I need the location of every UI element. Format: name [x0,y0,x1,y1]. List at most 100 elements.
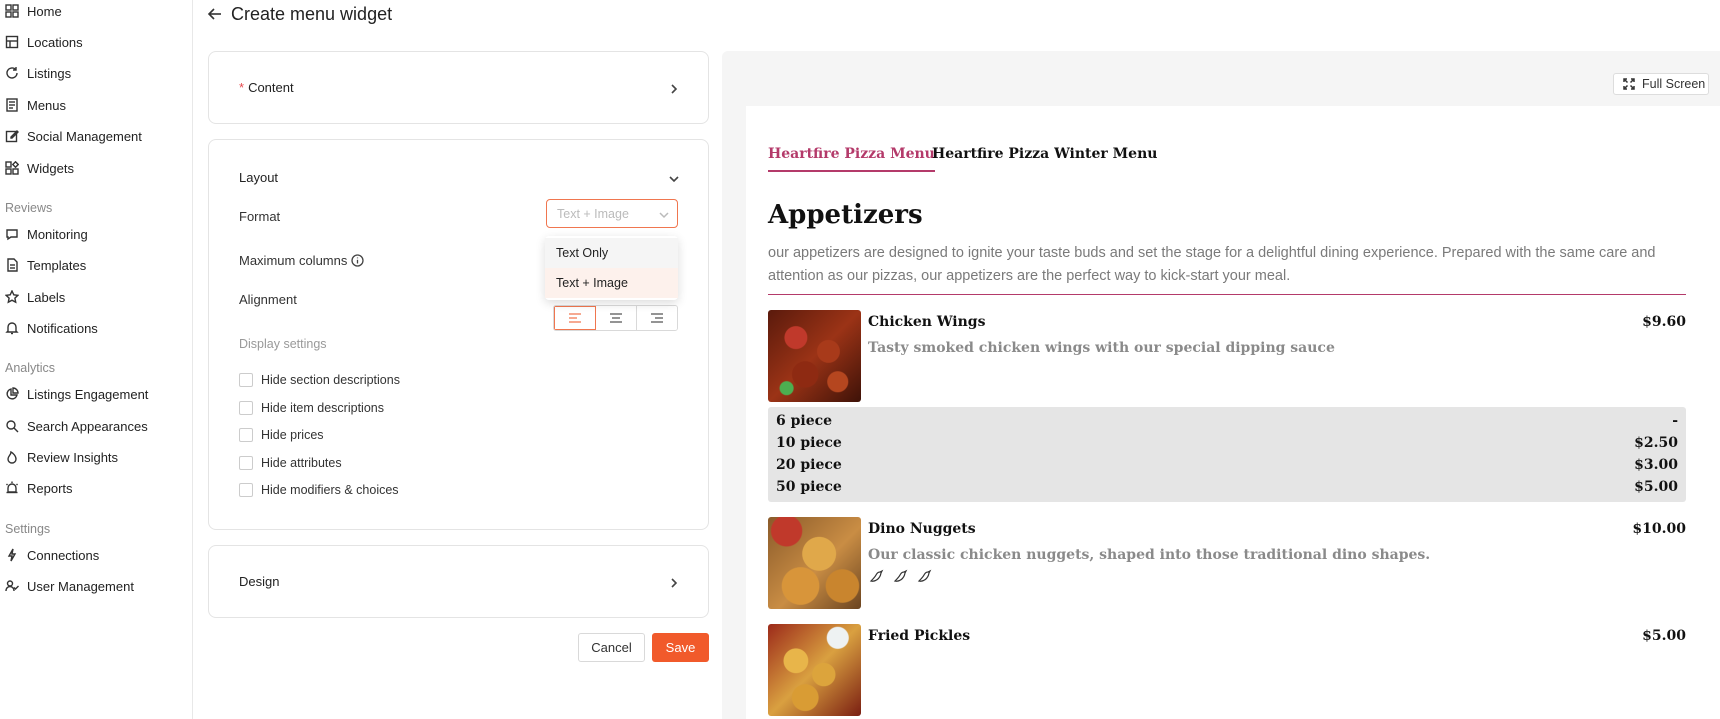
checkbox[interactable] [239,428,253,442]
content-card[interactable]: * Content [208,51,709,124]
sidebar-item-home[interactable]: Home [5,0,62,22]
sidebar-item-label: Labels [27,289,66,305]
sidebar-item-user-management[interactable]: User Management [5,575,134,597]
sidebar-item-reports[interactable]: Reports [5,477,73,499]
checkbox-hide-item-descriptions[interactable]: Hide item descriptions [239,400,384,416]
required-asterisk: * [239,80,245,95]
chevron-right-icon[interactable] [668,82,680,94]
align-center-button[interactable] [596,306,637,330]
sidebar-item-listings[interactable]: Listings [5,62,71,84]
checkbox[interactable] [239,373,253,387]
pepper-icon [868,568,884,584]
checkbox[interactable] [239,456,253,470]
modifier-row: 50 piece $5.00 [776,477,1678,497]
checkbox[interactable] [239,483,253,497]
sidebar-item-label: Reports [27,480,73,496]
save-button[interactable]: Save [652,633,709,662]
sidebar-item-monitoring[interactable]: Monitoring [5,223,88,245]
pie-chart-icon [5,387,19,401]
sidebar-item-connections[interactable]: Connections [5,544,99,566]
plug-icon [5,548,19,562]
align-right-button[interactable] [637,306,677,330]
section-title: Appetizers [768,200,923,230]
checkbox-label: Hide modifiers & choices [261,483,399,497]
checkbox-hide-attributes[interactable]: Hide attributes [239,455,342,471]
widgets-icon [5,161,19,175]
sidebar-item-menus[interactable]: Menus [5,94,66,116]
design-card[interactable]: Design [208,545,709,618]
expand-icon [1623,78,1635,90]
checkbox-hide-modifiers-choices[interactable]: Hide modifiers & choices [239,482,399,498]
full-screen-label: Full Screen [1642,77,1706,91]
format-option-text-only[interactable]: Text Only [545,238,678,268]
checkbox-hide-prices[interactable]: Hide prices [239,427,324,443]
sidebar-item-notifications[interactable]: Notifications [5,317,98,339]
chevron-right-icon[interactable] [668,576,680,588]
modifier-row: 10 piece $2.50 [776,433,1678,453]
item-price-chicken-wings: $9.60 [1642,314,1686,330]
maximum-columns-label: Maximum columns [239,253,365,268]
modifier-name: 20 piece [776,457,842,473]
sidebar-heading-analytics: Analytics [5,361,56,375]
item-price-dino-nuggets: $10.00 [1632,521,1686,537]
layout-card-title: Layout [239,170,279,185]
flame-icon [5,450,19,464]
sidebar-item-search-appearances[interactable]: Search Appearances [5,415,148,437]
sidebar-item-label: Menus [27,97,67,113]
format-option-text-image[interactable]: Text + Image [545,268,678,298]
full-screen-button[interactable]: Full Screen [1613,73,1709,95]
design-card-title: Design [239,574,280,589]
align-left-button[interactable] [554,306,596,330]
checkbox-label: Hide prices [261,428,324,442]
dino-nuggets-image [768,517,861,609]
sidebar-item-listings-engagement[interactable]: Listings Engagement [5,383,148,405]
sidebar-item-label: Monitoring [27,226,88,242]
alarm-icon [5,481,19,495]
sidebar-item-locations[interactable]: Locations [5,31,83,53]
sidebar-item-label: Connections [27,547,100,563]
sidebar-item-social-management[interactable]: Social Management [5,125,142,147]
tab-heartfire-pizza-winter-menu[interactable]: Heartfire Pizza Winter Menu [932,146,1157,162]
page-title: Create menu widget [231,3,393,24]
pepper-icon [892,568,908,584]
pepper-icon [916,568,932,584]
modifier-list: 6 piece - 10 piece $2.50 20 piece $3.00 50 … [768,407,1686,502]
modifier-price: $3.00 [1634,457,1678,473]
modifier-name: 6 piece [776,413,833,429]
sidebar-item-label: Home [27,3,62,19]
checkbox-hide-section-descriptions[interactable]: Hide section descriptions [239,372,400,388]
edit-icon [5,129,19,143]
sidebar-item-templates[interactable]: Templates [5,254,86,276]
info-icon[interactable] [351,254,365,267]
sidebar-item-review-insights[interactable]: Review Insights [5,446,118,468]
format-select[interactable]: Text + Image [546,199,678,228]
checkbox-label: Hide section descriptions [261,373,400,387]
sidebar-item-labels[interactable]: Labels [5,286,65,308]
sidebar-item-label: Social Management [27,128,142,144]
fried-pickles-image [768,624,861,716]
chat-icon [5,227,19,241]
sidebar-item-label: Templates [27,257,87,273]
checkbox[interactable] [239,401,253,415]
sidebar-item-label: Notifications [27,320,98,336]
back-arrow-icon[interactable] [207,6,223,22]
sidebar-item-widgets[interactable]: Widgets [5,157,74,179]
page-header: Create menu widget [207,2,392,26]
sidebar: Home Locations Listings Menus Social Man… [0,0,193,719]
checkbox-label: Hide attributes [261,456,342,470]
maximum-columns-text: Maximum columns [239,253,348,268]
item-name-dino-nuggets: Dino Nuggets [868,521,976,537]
sidebar-item-label: User Management [27,578,134,594]
chevron-down-icon[interactable] [668,172,680,184]
star-icon [5,290,19,304]
modifier-name: 50 piece [776,479,842,495]
alignment-label: Alignment [239,292,297,307]
alignment-button-group [553,305,678,331]
bell-icon [5,321,19,335]
item-description-dino-nuggets: Our classic chicken nuggets, shaped into… [868,547,1431,563]
search-icon [5,419,19,433]
cancel-button[interactable]: Cancel [578,633,645,662]
sidebar-item-label: Listings [27,65,72,81]
tab-heartfire-pizza-menu[interactable]: Heartfire Pizza Menu [768,146,935,172]
sidebar-item-label: Search Appearances [27,418,148,434]
